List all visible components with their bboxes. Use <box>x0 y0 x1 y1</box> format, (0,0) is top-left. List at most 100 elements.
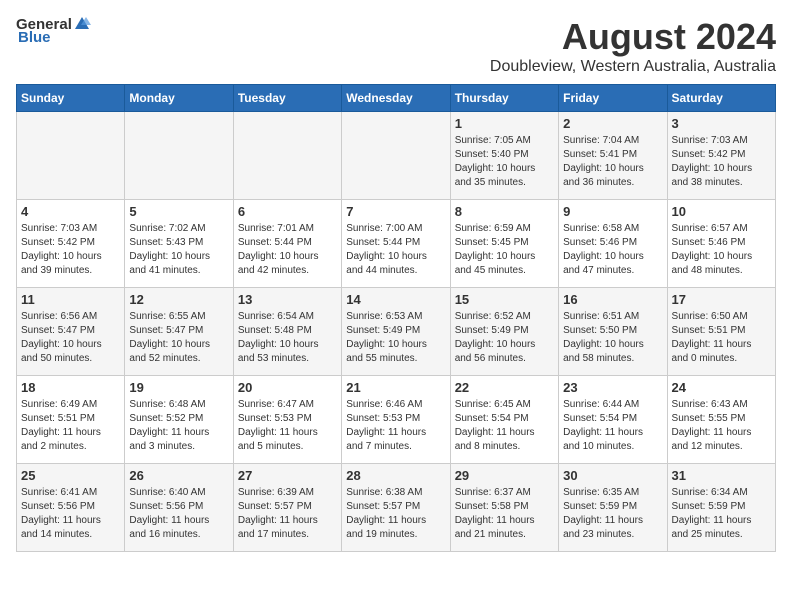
logo: General Blue <box>16 16 91 46</box>
weekday-header-friday: Friday <box>559 85 667 112</box>
day-number: 6 <box>238 204 337 219</box>
calendar-table: SundayMondayTuesdayWednesdayThursdayFrid… <box>16 84 776 552</box>
logo-icon <box>73 15 91 33</box>
calendar-cell: 24 Sunrise: 6:43 AM Sunset: 5:55 PM Dayli… <box>667 376 775 464</box>
calendar-cell: 6 Sunrise: 7:01 AM Sunset: 5:44 PM Daylig… <box>233 200 341 288</box>
day-number: 20 <box>238 380 337 395</box>
day-number: 27 <box>238 468 337 483</box>
day-info: Sunrise: 7:05 AM Sunset: 5:40 PM Dayligh… <box>455 134 554 190</box>
calendar-cell: 16Sunrise: 6:51 AM Sunset: 5:50 PM Dayli… <box>559 288 667 376</box>
calendar-week-row: 18Sunrise: 6:49 AM Sunset: 5:51 PM Dayli… <box>17 376 776 464</box>
calendar-cell: 19 Sunrise: 6:48 AM Sunset: 5:52 PM Dayli… <box>125 376 233 464</box>
calendar-cell: 18Sunrise: 6:49 AM Sunset: 5:51 PM Dayli… <box>17 376 125 464</box>
calendar-cell: 11 Sunrise: 6:56 AM Sunset: 5:47 PM Dayli… <box>17 288 125 376</box>
day-info: Sunrise: 6:58 AM Sunset: 5:46 PM Dayligh… <box>563 222 662 278</box>
calendar-week-row: 11 Sunrise: 6:56 AM Sunset: 5:47 PM Dayli… <box>17 288 776 376</box>
day-number: 2 <box>563 116 662 131</box>
day-info: Sunrise: 6:55 AM Sunset: 5:47 PM Dayligh… <box>129 310 228 366</box>
day-info: Sunrise: 7:04 AM Sunset: 5:41 PM Dayligh… <box>563 134 662 190</box>
calendar-cell: 7Sunrise: 7:00 AM Sunset: 5:44 PM Daylig… <box>342 200 450 288</box>
day-number: 31 <box>672 468 771 483</box>
day-info: Sunrise: 6:48 AM Sunset: 5:52 PM Dayligh… <box>129 398 228 454</box>
day-info: Sunrise: 6:57 AM Sunset: 5:46 PM Dayligh… <box>672 222 771 278</box>
day-info: Sunrise: 6:47 AM Sunset: 5:53 PM Dayligh… <box>238 398 337 454</box>
main-title: August 2024 <box>490 16 776 58</box>
calendar-cell: 15Sunrise: 6:52 AM Sunset: 5:49 PM Dayli… <box>450 288 558 376</box>
day-number: 1 <box>455 116 554 131</box>
day-info: Sunrise: 6:54 AM Sunset: 5:48 PM Dayligh… <box>238 310 337 366</box>
calendar-cell: 14 Sunrise: 6:53 AM Sunset: 5:49 PM Dayli… <box>342 288 450 376</box>
calendar-cell: 8 Sunrise: 6:59 AM Sunset: 5:45 PM Daylig… <box>450 200 558 288</box>
day-info: Sunrise: 6:59 AM Sunset: 5:45 PM Dayligh… <box>455 222 554 278</box>
weekday-header-tuesday: Tuesday <box>233 85 341 112</box>
calendar-cell: 28 Sunrise: 6:38 AM Sunset: 5:57 PM Dayli… <box>342 464 450 552</box>
calendar-cell: 30 Sunrise: 6:35 AM Sunset: 5:59 PM Dayli… <box>559 464 667 552</box>
calendar-cell: 1 Sunrise: 7:05 AM Sunset: 5:40 PM Daylig… <box>450 112 558 200</box>
day-number: 25 <box>21 468 120 483</box>
day-info: Sunrise: 6:37 AM Sunset: 5:58 PM Dayligh… <box>455 486 554 542</box>
day-number: 5 <box>129 204 228 219</box>
day-number: 29 <box>455 468 554 483</box>
calendar-week-row: 25Sunrise: 6:41 AM Sunset: 5:56 PM Dayli… <box>17 464 776 552</box>
logo-blue: Blue <box>18 29 51 46</box>
calendar-cell: 4 Sunrise: 7:03 AM Sunset: 5:42 PM Daylig… <box>17 200 125 288</box>
day-number: 24 <box>672 380 771 395</box>
calendar-cell: 2 Sunrise: 7:04 AM Sunset: 5:41 PM Daylig… <box>559 112 667 200</box>
day-number: 17 <box>672 292 771 307</box>
weekday-header-wednesday: Wednesday <box>342 85 450 112</box>
day-info: Sunrise: 7:03 AM Sunset: 5:42 PM Dayligh… <box>21 222 120 278</box>
day-number: 28 <box>346 468 445 483</box>
day-number: 11 <box>21 292 120 307</box>
weekday-header-row: SundayMondayTuesdayWednesdayThursdayFrid… <box>17 85 776 112</box>
day-info: Sunrise: 6:34 AM Sunset: 5:59 PM Dayligh… <box>672 486 771 542</box>
day-info: Sunrise: 6:46 AM Sunset: 5:53 PM Dayligh… <box>346 398 445 454</box>
calendar-cell: 31 Sunrise: 6:34 AM Sunset: 5:59 PM Dayli… <box>667 464 775 552</box>
day-info: Sunrise: 7:01 AM Sunset: 5:44 PM Dayligh… <box>238 222 337 278</box>
day-number: 4 <box>21 204 120 219</box>
day-info: Sunrise: 6:40 AM Sunset: 5:56 PM Dayligh… <box>129 486 228 542</box>
calendar-cell: 25Sunrise: 6:41 AM Sunset: 5:56 PM Dayli… <box>17 464 125 552</box>
day-number: 21 <box>346 380 445 395</box>
day-info: Sunrise: 6:50 AM Sunset: 5:51 PM Dayligh… <box>672 310 771 366</box>
calendar-cell: 23 Sunrise: 6:44 AM Sunset: 5:54 PM Dayli… <box>559 376 667 464</box>
day-number: 23 <box>563 380 662 395</box>
calendar-cell: 27Sunrise: 6:39 AM Sunset: 5:57 PM Dayli… <box>233 464 341 552</box>
day-info: Sunrise: 6:52 AM Sunset: 5:49 PM Dayligh… <box>455 310 554 366</box>
calendar-cell: 10Sunrise: 6:57 AM Sunset: 5:46 PM Dayli… <box>667 200 775 288</box>
sub-title: Doubleview, Western Australia, Australia <box>490 58 776 76</box>
calendar-cell: 3Sunrise: 7:03 AM Sunset: 5:42 PM Daylig… <box>667 112 775 200</box>
calendar-cell: 5 Sunrise: 7:02 AM Sunset: 5:43 PM Daylig… <box>125 200 233 288</box>
day-number: 22 <box>455 380 554 395</box>
weekday-header-saturday: Saturday <box>667 85 775 112</box>
weekday-header-thursday: Thursday <box>450 85 558 112</box>
calendar-cell <box>342 112 450 200</box>
day-info: Sunrise: 6:45 AM Sunset: 5:54 PM Dayligh… <box>455 398 554 454</box>
day-info: Sunrise: 7:00 AM Sunset: 5:44 PM Dayligh… <box>346 222 445 278</box>
day-info: Sunrise: 6:43 AM Sunset: 5:55 PM Dayligh… <box>672 398 771 454</box>
day-info: Sunrise: 6:56 AM Sunset: 5:47 PM Dayligh… <box>21 310 120 366</box>
calendar-week-row: 1 Sunrise: 7:05 AM Sunset: 5:40 PM Daylig… <box>17 112 776 200</box>
day-info: Sunrise: 6:53 AM Sunset: 5:49 PM Dayligh… <box>346 310 445 366</box>
day-number: 19 <box>129 380 228 395</box>
day-number: 14 <box>346 292 445 307</box>
calendar-cell: 13Sunrise: 6:54 AM Sunset: 5:48 PM Dayli… <box>233 288 341 376</box>
page-header: General Blue August 2024 Doubleview, Wes… <box>16 16 776 76</box>
day-number: 9 <box>563 204 662 219</box>
day-info: Sunrise: 7:02 AM Sunset: 5:43 PM Dayligh… <box>129 222 228 278</box>
day-info: Sunrise: 6:35 AM Sunset: 5:59 PM Dayligh… <box>563 486 662 542</box>
calendar-cell <box>17 112 125 200</box>
calendar-cell <box>233 112 341 200</box>
calendar-cell: 20 Sunrise: 6:47 AM Sunset: 5:53 PM Dayli… <box>233 376 341 464</box>
day-number: 30 <box>563 468 662 483</box>
day-number: 12 <box>129 292 228 307</box>
day-number: 16 <box>563 292 662 307</box>
day-number: 8 <box>455 204 554 219</box>
weekday-header-sunday: Sunday <box>17 85 125 112</box>
calendar-cell: 29 Sunrise: 6:37 AM Sunset: 5:58 PM Dayli… <box>450 464 558 552</box>
calendar-cell: 21 Sunrise: 6:46 AM Sunset: 5:53 PM Dayli… <box>342 376 450 464</box>
day-info: Sunrise: 6:44 AM Sunset: 5:54 PM Dayligh… <box>563 398 662 454</box>
day-info: Sunrise: 6:38 AM Sunset: 5:57 PM Dayligh… <box>346 486 445 542</box>
calendar-cell <box>125 112 233 200</box>
calendar-cell: 9 Sunrise: 6:58 AM Sunset: 5:46 PM Daylig… <box>559 200 667 288</box>
weekday-header-monday: Monday <box>125 85 233 112</box>
